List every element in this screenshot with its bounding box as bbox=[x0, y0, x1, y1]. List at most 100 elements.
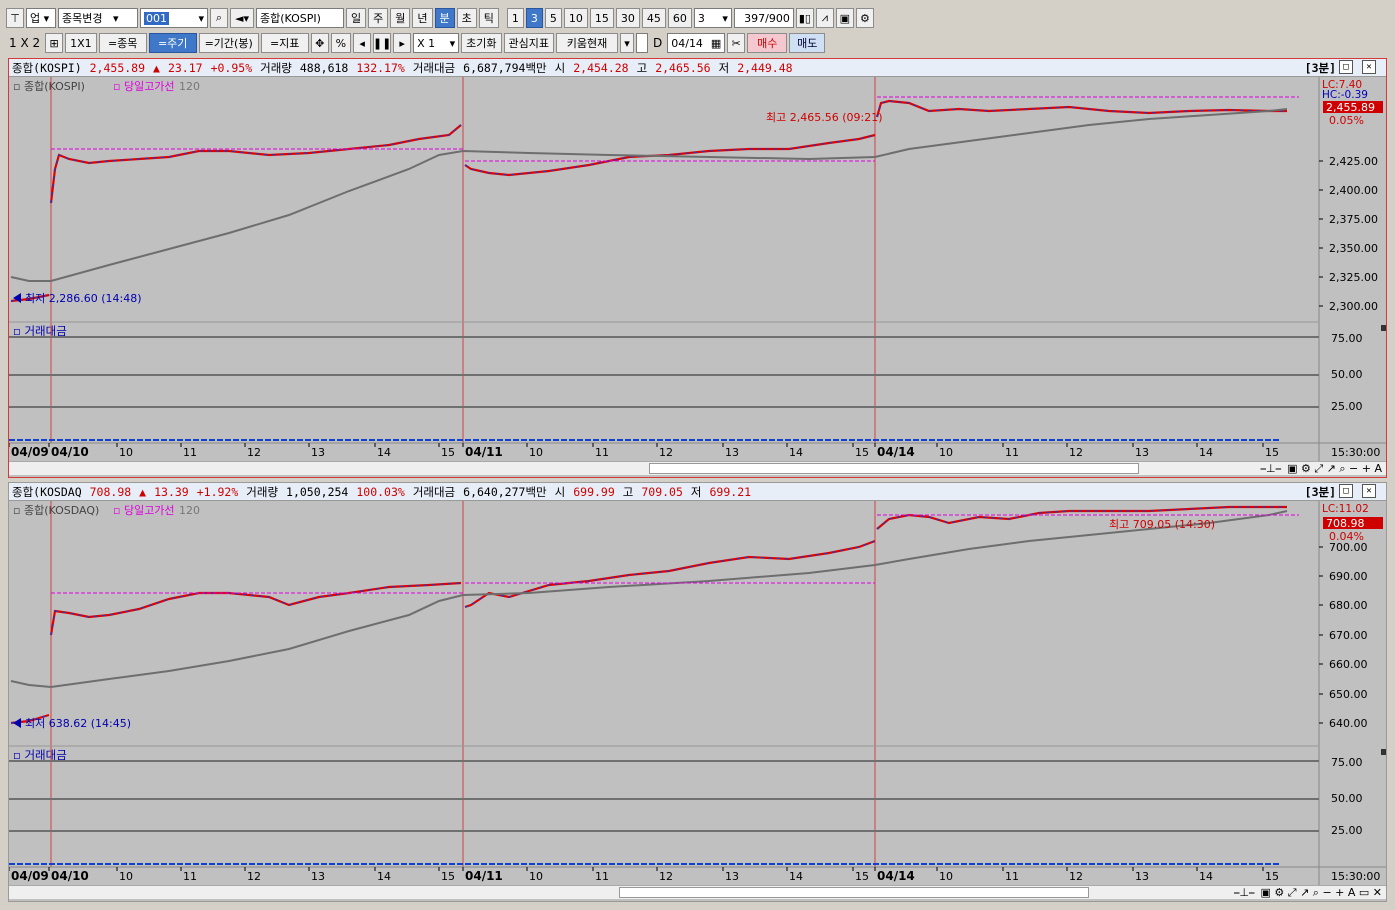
interval-10[interactable]: 10 bbox=[563, 8, 588, 28]
tool-icons[interactable]: ▣ ⚙ ⤢ ↗ ⌕ − + A ▭ ✕ bbox=[1261, 886, 1382, 900]
chevron-down-icon[interactable]: ▾ bbox=[619, 33, 634, 53]
chart-tools: ⎯⊥⎯ ▣ ⚙ ⤢ ↗ ⌕ − + A ▭ ✕ bbox=[1234, 886, 1382, 900]
watch-indicator-button[interactable]: 관심지표 bbox=[503, 33, 554, 53]
max-note: 최고 2,465.56 (09:21) bbox=[766, 111, 883, 124]
kospi-chart-svg[interactable]: ▫ 종합(KOSPI) ▫ 당일고가선 120 2,425.00 2,400.00 2,3… bbox=[9, 77, 1386, 461]
zoom-slider-icon[interactable]: ⎯⊥⎯ bbox=[1261, 462, 1282, 476]
sell-button[interactable]: 매도 bbox=[789, 33, 826, 53]
period-minute[interactable]: 분 bbox=[434, 8, 455, 28]
close-icon[interactable]: ✕ bbox=[1362, 60, 1376, 74]
interval-60[interactable]: 60 bbox=[667, 8, 692, 28]
interval-select[interactable]: 3 ▾ bbox=[693, 8, 732, 28]
crosshair-icon[interactable]: ✥ bbox=[310, 33, 329, 53]
open-label: 시 bbox=[554, 484, 566, 499]
next-icon[interactable]: ▸ bbox=[393, 33, 412, 53]
x-tick-label: 15 bbox=[1265, 870, 1279, 883]
gear-icon[interactable]: ⚙ bbox=[855, 8, 874, 28]
change-pct: +0.95% bbox=[210, 60, 253, 75]
x-tick-label: 04/11 bbox=[465, 445, 503, 459]
same-range-button[interactable]: =기간(봉) bbox=[198, 33, 259, 53]
interval-3[interactable]: 3 bbox=[525, 8, 543, 28]
y-tick-label: 2,325.00 bbox=[1329, 271, 1378, 284]
x-tick-label: 14 bbox=[1199, 870, 1213, 883]
high-value: 709.05 bbox=[641, 484, 683, 499]
period-week[interactable]: 주 bbox=[368, 8, 389, 28]
high-label: 고 bbox=[622, 484, 634, 499]
legend-high-line: ▫ 당일고가선 bbox=[113, 79, 175, 93]
period-second[interactable]: 초 bbox=[456, 8, 477, 28]
close-icon[interactable]: ✕ bbox=[1362, 484, 1376, 498]
price-tag: 708.98 bbox=[1326, 517, 1365, 530]
same-period-button[interactable]: =주기 bbox=[148, 33, 197, 53]
layout-label[interactable]: 1 X 2 bbox=[6, 33, 43, 53]
kosdaq-scrollbar[interactable]: ⎯⊥⎯ ▣ ⚙ ⤢ ↗ ⌕ − + A ▭ ✕ bbox=[9, 885, 1386, 899]
code-input[interactable]: 001 ▾ bbox=[140, 8, 208, 28]
stock-name: 종합(KOSDAQ bbox=[12, 484, 82, 499]
period-tick[interactable]: 틱 bbox=[478, 8, 499, 28]
current-price: 2,455.89 bbox=[89, 60, 146, 75]
current-price: 708.98 bbox=[89, 484, 132, 499]
x-tick-label: 12 bbox=[1069, 870, 1083, 883]
chart-tools: ⎯⊥⎯ ▣ ⚙ ⤢ ↗ ⌕ − + A bbox=[1261, 462, 1382, 476]
volume-label: 거래량 bbox=[260, 60, 292, 75]
pin-icon[interactable]: ⊤ bbox=[6, 8, 24, 28]
scroll-thumb[interactable] bbox=[619, 887, 1089, 898]
layout-1x1-button[interactable]: 1X1 bbox=[65, 33, 97, 53]
x-tick-label: 14 bbox=[789, 446, 803, 459]
y-tick-label: 640.00 bbox=[1329, 717, 1368, 730]
interval-15[interactable]: 15 bbox=[589, 8, 614, 28]
prev-icon[interactable]: ◂ bbox=[353, 33, 372, 53]
date-input[interactable]: 04/14 ▦ bbox=[667, 33, 726, 53]
legend-ma: 120 bbox=[179, 504, 200, 517]
kiwoom-current-button[interactable]: 키움현재 bbox=[555, 33, 618, 53]
bar-count-input[interactable]: 397/900 bbox=[733, 8, 794, 28]
scroll-thumb[interactable] bbox=[649, 463, 1139, 474]
period-year[interactable]: 년 bbox=[412, 8, 433, 28]
kospi-scrollbar[interactable]: ⎯⊥⎯ ▣ ⚙ ⤢ ↗ ⌕ − + A bbox=[9, 461, 1386, 475]
maximize-icon[interactable]: □ bbox=[1339, 60, 1353, 74]
amount-label: 거래대금 bbox=[412, 60, 456, 75]
y-tick-label: 680.00 bbox=[1329, 599, 1368, 612]
reset-button[interactable]: 초기화 bbox=[461, 33, 502, 53]
stock-name-field: 종합(KOSPI) bbox=[256, 8, 344, 28]
x-tick-label: 04/14 bbox=[877, 869, 915, 883]
stock-change-select[interactable]: 종목변경 ▾ bbox=[58, 8, 138, 28]
frame-label: [3분] bbox=[1304, 61, 1336, 75]
search-icon[interactable]: ⌕ bbox=[210, 8, 228, 28]
x-tick-label: 12 bbox=[247, 870, 261, 883]
y-tick-label: 660.00 bbox=[1329, 658, 1368, 671]
scissors-icon[interactable]: ✂ bbox=[727, 33, 746, 53]
same-stock-button[interactable]: =종목 bbox=[98, 33, 147, 53]
interval-45[interactable]: 45 bbox=[641, 8, 666, 28]
interval-1[interactable]: 1 bbox=[506, 8, 524, 28]
sub-tick-label: 75.00 bbox=[1331, 332, 1363, 345]
open-value: 2,454.28 bbox=[573, 60, 629, 75]
save-icon[interactable]: ▣ bbox=[835, 8, 854, 28]
d-checkbox[interactable] bbox=[635, 33, 648, 53]
max-note: 최고 709.05 (14:30) bbox=[1109, 518, 1215, 531]
chart-icon[interactable]: ⩘ bbox=[815, 8, 834, 28]
x-tick-label: 10 bbox=[939, 870, 953, 883]
grid-icon[interactable]: ⊞ bbox=[45, 33, 64, 53]
tool-icons[interactable]: ▣ ⚙ ⤢ ↗ ⌕ − + A bbox=[1287, 462, 1382, 476]
candle-icon[interactable]: ▮▯ bbox=[795, 8, 814, 28]
interval-5[interactable]: 5 bbox=[544, 8, 562, 28]
percent-button[interactable]: % bbox=[330, 33, 352, 53]
multiplier-select[interactable]: X 1 ▾ bbox=[413, 33, 460, 53]
kosdaq-chart-svg[interactable]: ▫ 종합(KOSDAQ) ▫ 당일고가선 120700.00690.00680.00… bbox=[9, 501, 1386, 885]
same-indicator-button[interactable]: =지표 bbox=[260, 33, 309, 53]
maximize-icon[interactable]: □ bbox=[1339, 484, 1353, 498]
x-tick-label: 11 bbox=[183, 446, 197, 459]
x-tick-label: 14 bbox=[377, 870, 391, 883]
pause-icon[interactable]: ❚❚ bbox=[373, 33, 391, 53]
sub-toolbar: 1 X 2 ⊞ 1X1 =종목 =주기 =기간(봉) =지표 ✥ % ◂ ❚❚ … bbox=[0, 31, 826, 55]
interval-30[interactable]: 30 bbox=[615, 8, 640, 28]
period-day[interactable]: 일 bbox=[346, 8, 367, 28]
period-month[interactable]: 월 bbox=[390, 8, 411, 28]
speaker-icon[interactable]: ◄▾ bbox=[230, 8, 254, 28]
x-tick-label: 12 bbox=[659, 446, 673, 459]
market-select[interactable]: 업 ▾ bbox=[26, 8, 56, 28]
zoom-slider-icon[interactable]: ⎯⊥⎯ bbox=[1234, 886, 1255, 900]
buy-button[interactable]: 매수 bbox=[747, 33, 788, 53]
change-value: 13.39 bbox=[154, 484, 189, 499]
